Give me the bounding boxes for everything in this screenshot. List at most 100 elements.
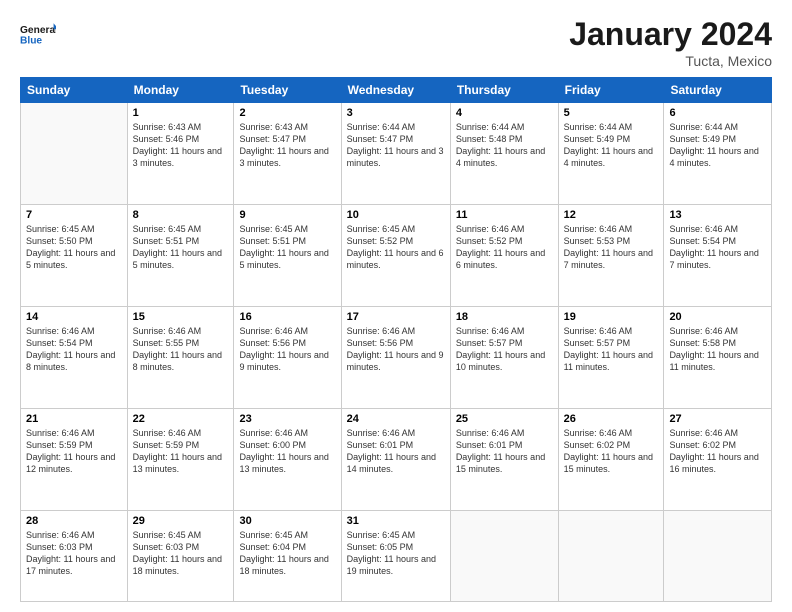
day-number: 3 — [347, 107, 445, 119]
day-info: Sunrise: 6:46 AMSunset: 5:54 PMDaylight:… — [669, 223, 766, 272]
month-title: January 2024 — [569, 16, 772, 53]
table-row: 7 Sunrise: 6:45 AMSunset: 5:50 PMDayligh… — [21, 204, 128, 306]
day-info: Sunrise: 6:45 AMSunset: 6:04 PMDaylight:… — [239, 529, 335, 578]
day-number: 27 — [669, 413, 766, 425]
day-number: 8 — [133, 209, 229, 221]
table-row: 20 Sunrise: 6:46 AMSunset: 5:58 PMDaylig… — [664, 306, 772, 408]
calendar-week-row: 21 Sunrise: 6:46 AMSunset: 5:59 PMDaylig… — [21, 408, 772, 510]
table-row: 29 Sunrise: 6:45 AMSunset: 6:03 PMDaylig… — [127, 510, 234, 601]
table-row: 1 Sunrise: 6:43 AMSunset: 5:46 PMDayligh… — [127, 103, 234, 205]
day-number: 10 — [347, 209, 445, 221]
table-row: 13 Sunrise: 6:46 AMSunset: 5:54 PMDaylig… — [664, 204, 772, 306]
day-info: Sunrise: 6:46 AMSunset: 5:56 PMDaylight:… — [239, 325, 335, 374]
location: Tucta, Mexico — [569, 53, 772, 69]
title-block: January 2024 Tucta, Mexico — [569, 16, 772, 69]
table-row: 8 Sunrise: 6:45 AMSunset: 5:51 PMDayligh… — [127, 204, 234, 306]
table-row: 3 Sunrise: 6:44 AMSunset: 5:47 PMDayligh… — [341, 103, 450, 205]
day-number: 5 — [564, 107, 659, 119]
day-info: Sunrise: 6:44 AMSunset: 5:49 PMDaylight:… — [669, 121, 766, 170]
day-number: 29 — [133, 515, 229, 527]
svg-text:General: General — [20, 25, 56, 36]
table-row: 9 Sunrise: 6:45 AMSunset: 5:51 PMDayligh… — [234, 204, 341, 306]
day-number: 30 — [239, 515, 335, 527]
day-number: 20 — [669, 311, 766, 323]
day-number: 1 — [133, 107, 229, 119]
day-number: 21 — [26, 413, 122, 425]
logo-svg: General Blue — [20, 16, 56, 52]
day-info: Sunrise: 6:44 AMSunset: 5:47 PMDaylight:… — [347, 121, 445, 170]
table-row: 26 Sunrise: 6:46 AMSunset: 6:02 PMDaylig… — [558, 408, 664, 510]
page: General Blue January 2024 Tucta, Mexico … — [0, 0, 792, 612]
day-number: 17 — [347, 311, 445, 323]
table-row: 5 Sunrise: 6:44 AMSunset: 5:49 PMDayligh… — [558, 103, 664, 205]
day-info: Sunrise: 6:43 AMSunset: 5:47 PMDaylight:… — [239, 121, 335, 170]
table-row: 11 Sunrise: 6:46 AMSunset: 5:52 PMDaylig… — [450, 204, 558, 306]
day-number: 23 — [239, 413, 335, 425]
day-info: Sunrise: 6:46 AMSunset: 5:57 PMDaylight:… — [564, 325, 659, 374]
table-row: 12 Sunrise: 6:46 AMSunset: 5:53 PMDaylig… — [558, 204, 664, 306]
day-info: Sunrise: 6:44 AMSunset: 5:48 PMDaylight:… — [456, 121, 553, 170]
table-row: 22 Sunrise: 6:46 AMSunset: 5:59 PMDaylig… — [127, 408, 234, 510]
day-info: Sunrise: 6:43 AMSunset: 5:46 PMDaylight:… — [133, 121, 229, 170]
day-number: 19 — [564, 311, 659, 323]
day-number: 28 — [26, 515, 122, 527]
header: General Blue January 2024 Tucta, Mexico — [20, 16, 772, 69]
day-info: Sunrise: 6:46 AMSunset: 6:01 PMDaylight:… — [456, 427, 553, 476]
day-number: 4 — [456, 107, 553, 119]
day-info: Sunrise: 6:45 AMSunset: 5:50 PMDaylight:… — [26, 223, 122, 272]
day-number: 26 — [564, 413, 659, 425]
table-row: 17 Sunrise: 6:46 AMSunset: 5:56 PMDaylig… — [341, 306, 450, 408]
day-number: 11 — [456, 209, 553, 221]
day-number: 16 — [239, 311, 335, 323]
day-number: 18 — [456, 311, 553, 323]
day-info: Sunrise: 6:46 AMSunset: 6:00 PMDaylight:… — [239, 427, 335, 476]
day-info: Sunrise: 6:45 AMSunset: 5:51 PMDaylight:… — [239, 223, 335, 272]
day-info: Sunrise: 6:46 AMSunset: 6:02 PMDaylight:… — [669, 427, 766, 476]
table-row: 19 Sunrise: 6:46 AMSunset: 5:57 PMDaylig… — [558, 306, 664, 408]
table-row: 31 Sunrise: 6:45 AMSunset: 6:05 PMDaylig… — [341, 510, 450, 601]
col-wednesday: Wednesday — [341, 78, 450, 103]
col-sunday: Sunday — [21, 78, 128, 103]
day-info: Sunrise: 6:45 AMSunset: 6:05 PMDaylight:… — [347, 529, 445, 578]
day-info: Sunrise: 6:45 AMSunset: 5:52 PMDaylight:… — [347, 223, 445, 272]
table-row: 6 Sunrise: 6:44 AMSunset: 5:49 PMDayligh… — [664, 103, 772, 205]
day-number: 2 — [239, 107, 335, 119]
day-info: Sunrise: 6:46 AMSunset: 5:55 PMDaylight:… — [133, 325, 229, 374]
col-saturday: Saturday — [664, 78, 772, 103]
day-info: Sunrise: 6:45 AMSunset: 6:03 PMDaylight:… — [133, 529, 229, 578]
col-tuesday: Tuesday — [234, 78, 341, 103]
table-row — [21, 103, 128, 205]
day-number: 14 — [26, 311, 122, 323]
calendar-week-row: 1 Sunrise: 6:43 AMSunset: 5:46 PMDayligh… — [21, 103, 772, 205]
table-row: 21 Sunrise: 6:46 AMSunset: 5:59 PMDaylig… — [21, 408, 128, 510]
table-row: 2 Sunrise: 6:43 AMSunset: 5:47 PMDayligh… — [234, 103, 341, 205]
day-number: 12 — [564, 209, 659, 221]
col-friday: Friday — [558, 78, 664, 103]
table-row: 27 Sunrise: 6:46 AMSunset: 6:02 PMDaylig… — [664, 408, 772, 510]
table-row: 4 Sunrise: 6:44 AMSunset: 5:48 PMDayligh… — [450, 103, 558, 205]
day-info: Sunrise: 6:46 AMSunset: 5:56 PMDaylight:… — [347, 325, 445, 374]
day-number: 13 — [669, 209, 766, 221]
day-info: Sunrise: 6:46 AMSunset: 5:52 PMDaylight:… — [456, 223, 553, 272]
day-number: 6 — [669, 107, 766, 119]
col-thursday: Thursday — [450, 78, 558, 103]
day-info: Sunrise: 6:45 AMSunset: 5:51 PMDaylight:… — [133, 223, 229, 272]
calendar-week-row: 7 Sunrise: 6:45 AMSunset: 5:50 PMDayligh… — [21, 204, 772, 306]
table-row: 23 Sunrise: 6:46 AMSunset: 6:00 PMDaylig… — [234, 408, 341, 510]
table-row: 18 Sunrise: 6:46 AMSunset: 5:57 PMDaylig… — [450, 306, 558, 408]
table-row — [558, 510, 664, 601]
calendar-table: Sunday Monday Tuesday Wednesday Thursday… — [20, 77, 772, 602]
logo: General Blue — [20, 16, 56, 52]
day-number: 7 — [26, 209, 122, 221]
day-info: Sunrise: 6:46 AMSunset: 5:54 PMDaylight:… — [26, 325, 122, 374]
day-number: 24 — [347, 413, 445, 425]
table-row: 24 Sunrise: 6:46 AMSunset: 6:01 PMDaylig… — [341, 408, 450, 510]
svg-text:Blue: Blue — [20, 36, 42, 47]
day-number: 25 — [456, 413, 553, 425]
calendar-week-row: 28 Sunrise: 6:46 AMSunset: 6:03 PMDaylig… — [21, 510, 772, 601]
calendar-week-row: 14 Sunrise: 6:46 AMSunset: 5:54 PMDaylig… — [21, 306, 772, 408]
table-row: 28 Sunrise: 6:46 AMSunset: 6:03 PMDaylig… — [21, 510, 128, 601]
day-info: Sunrise: 6:46 AMSunset: 6:02 PMDaylight:… — [564, 427, 659, 476]
day-info: Sunrise: 6:46 AMSunset: 6:01 PMDaylight:… — [347, 427, 445, 476]
day-info: Sunrise: 6:46 AMSunset: 5:58 PMDaylight:… — [669, 325, 766, 374]
